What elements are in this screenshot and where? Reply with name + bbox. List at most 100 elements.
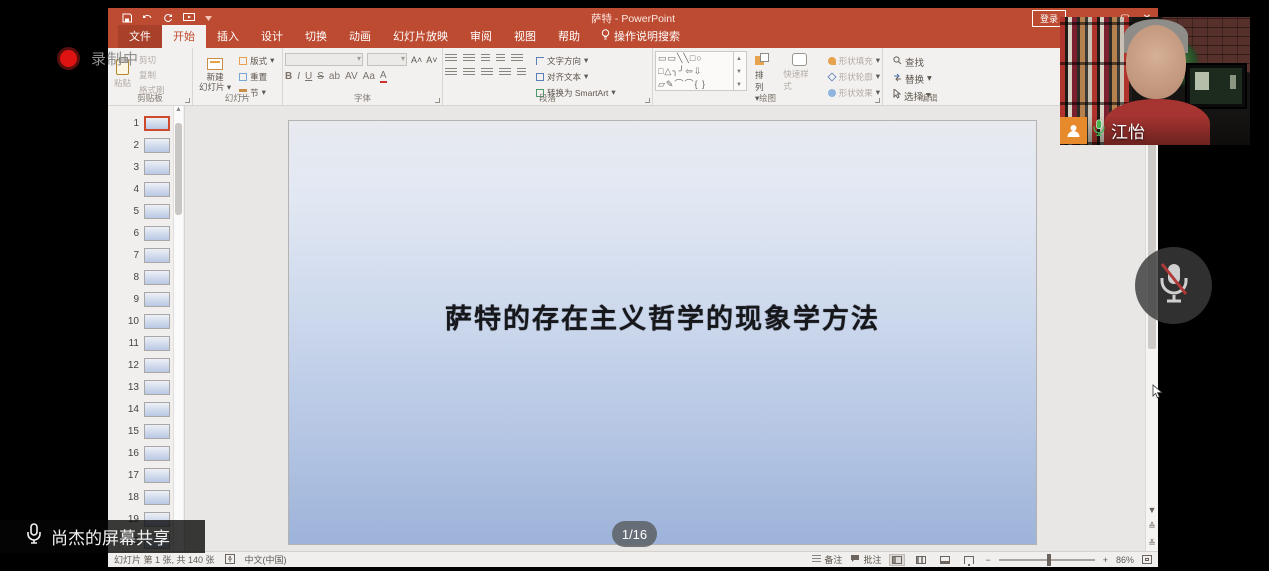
menu-tab-3[interactable]: 插入: [206, 25, 250, 48]
slide-thumbnail-image[interactable]: [144, 138, 170, 153]
bold-button[interactable]: B: [285, 71, 292, 82]
shape-fill-button[interactable]: 形状填充 ▾: [828, 54, 880, 67]
zoom-level[interactable]: 86%: [1116, 555, 1134, 565]
bullets-icon[interactable]: [445, 54, 457, 63]
menu-tab-4[interactable]: 设计: [250, 25, 294, 48]
zoom-out-icon[interactable]: −: [985, 555, 990, 565]
slide-thumbnail[interactable]: 8: [108, 266, 174, 288]
replace-button[interactable]: 替换 ▾: [893, 72, 965, 85]
customize-qat-icon[interactable]: [205, 16, 212, 21]
slide-thumbnail[interactable]: 7: [108, 244, 174, 266]
slide-thumbnail[interactable]: 16: [108, 442, 174, 464]
change-case-button[interactable]: Aa: [363, 71, 375, 82]
slideshow-button[interactable]: [961, 554, 977, 566]
slide-thumbnail-image[interactable]: [144, 424, 170, 439]
slide-thumbnail[interactable]: 11: [108, 332, 174, 354]
slide-thumbnail-image[interactable]: [144, 380, 170, 395]
redo-icon[interactable]: [163, 13, 173, 23]
menu-tab-1[interactable]: 文件: [118, 25, 162, 48]
font-name-combo[interactable]: [285, 53, 363, 66]
slide-thumbnail-image[interactable]: [144, 182, 170, 197]
slide-thumbnail-image[interactable]: [144, 160, 170, 175]
font-size-combo[interactable]: [367, 53, 407, 66]
slide-thumbnail-image[interactable]: [144, 358, 170, 373]
increase-indent-icon[interactable]: [496, 54, 505, 63]
main-scrollbar[interactable]: ▲ ▼ ≙ ≚: [1145, 106, 1158, 551]
reset-button[interactable]: 重置: [239, 70, 274, 83]
layout-button[interactable]: 版式 ▾: [239, 54, 274, 67]
normal-view-button[interactable]: [889, 554, 905, 566]
slide-thumbnail[interactable]: 12: [108, 354, 174, 376]
zoom-slider-thumb[interactable]: [1047, 554, 1051, 566]
clipboard-dialog-launcher[interactable]: [185, 98, 190, 103]
slide-thumbnail-image[interactable]: [144, 490, 170, 505]
zoom-slider[interactable]: [999, 559, 1095, 561]
slide-thumbnail[interactable]: 9: [108, 288, 174, 310]
slide-thumbnail[interactable]: 10: [108, 310, 174, 332]
webcam-video[interactable]: 江怡: [1060, 17, 1250, 145]
quick-styles-button[interactable]: 快速样式: [779, 51, 819, 94]
copy-button[interactable]: 复制: [139, 69, 165, 81]
slide-number-status[interactable]: 幻灯片 第 1 张, 共 140 张: [114, 553, 215, 566]
slide-thumbnail[interactable]: 4: [108, 178, 174, 200]
menu-tab-9[interactable]: 视图: [503, 25, 547, 48]
align-center-icon[interactable]: [463, 68, 475, 77]
strikethrough-button[interactable]: S: [317, 71, 324, 82]
slide-thumbnail[interactable]: 1: [108, 112, 174, 134]
underline-button[interactable]: U: [305, 71, 312, 82]
slide-canvas[interactable]: 萨特的存在主义哲学的现象学方法: [288, 120, 1037, 545]
start-slideshow-icon[interactable]: [183, 13, 195, 23]
slide-thumbnail-image[interactable]: [144, 446, 170, 461]
slide-thumbnail-image[interactable]: [144, 116, 170, 131]
slide-thumbnail[interactable]: 18: [108, 486, 174, 508]
find-button[interactable]: 查找: [893, 55, 965, 68]
comments-button[interactable]: 批注: [850, 553, 881, 566]
shape-outline-button[interactable]: 形状轮廓 ▾: [828, 70, 880, 83]
slide-thumbnail-image[interactable]: [144, 270, 170, 285]
slide-thumbnail[interactable]: 13: [108, 376, 174, 398]
menu-tab-6[interactable]: 动画: [338, 25, 382, 48]
notes-button[interactable]: 备注: [812, 553, 842, 566]
slide-thumbnail[interactable]: 6: [108, 222, 174, 244]
slide-thumbnail[interactable]: 2: [108, 134, 174, 156]
previous-slide-icon[interactable]: ≙: [1146, 521, 1158, 532]
menu-tab-5[interactable]: 切换: [294, 25, 338, 48]
next-slide-icon[interactable]: ≚: [1146, 538, 1158, 549]
slide-title[interactable]: 萨特的存在主义哲学的现象学方法: [445, 297, 880, 336]
slide-thumbnail[interactable]: 15: [108, 420, 174, 442]
fit-slide-to-window-icon[interactable]: [1142, 555, 1152, 564]
scroll-up-icon[interactable]: ▲: [174, 106, 183, 113]
cut-button[interactable]: 剪切: [139, 54, 165, 66]
justify-icon[interactable]: [499, 68, 511, 77]
align-right-icon[interactable]: [481, 68, 493, 77]
slide-thumbnail-image[interactable]: [144, 336, 170, 351]
line-spacing-icon[interactable]: [511, 54, 523, 63]
font-color-button[interactable]: A: [380, 70, 387, 83]
slide-thumbnail-image[interactable]: [144, 204, 170, 219]
grow-font-icon[interactable]: A˄: [411, 55, 422, 65]
slide-thumbnail-image[interactable]: [144, 468, 170, 483]
columns-icon[interactable]: [517, 68, 526, 77]
menu-tab-7[interactable]: 幻灯片放映: [382, 25, 459, 48]
shrink-font-icon[interactable]: A˅: [426, 55, 437, 65]
italic-button[interactable]: I: [297, 71, 300, 82]
font-dialog-launcher[interactable]: [435, 98, 440, 103]
text-direction-button[interactable]: 文字方向 ▾: [536, 54, 616, 67]
slide-thumbnail-image[interactable]: [144, 402, 170, 417]
decrease-indent-icon[interactable]: [481, 54, 490, 63]
scrollbar-thumb[interactable]: [175, 123, 182, 215]
char-spacing-button[interactable]: AV: [345, 71, 358, 82]
menu-tab-2[interactable]: 开始: [162, 25, 206, 48]
slide-thumbnail-image[interactable]: [144, 226, 170, 241]
align-left-icon[interactable]: [445, 68, 457, 77]
tell-me-search[interactable]: 操作说明搜索: [591, 25, 690, 48]
slide-thumbnail-image[interactable]: [144, 314, 170, 329]
mute-toggle-button[interactable]: [1135, 247, 1212, 324]
slide-thumbnail[interactable]: 17: [108, 464, 174, 486]
reading-view-button[interactable]: [937, 554, 953, 566]
text-shadow-button[interactable]: ab: [329, 71, 340, 82]
paragraph-dialog-launcher[interactable]: [645, 98, 650, 103]
new-slide-button[interactable]: 新建 幻灯片 ▾: [195, 56, 235, 94]
slide-thumbnail[interactable]: 3: [108, 156, 174, 178]
shapes-gallery-scroll[interactable]: ▲▼▼: [733, 52, 744, 90]
